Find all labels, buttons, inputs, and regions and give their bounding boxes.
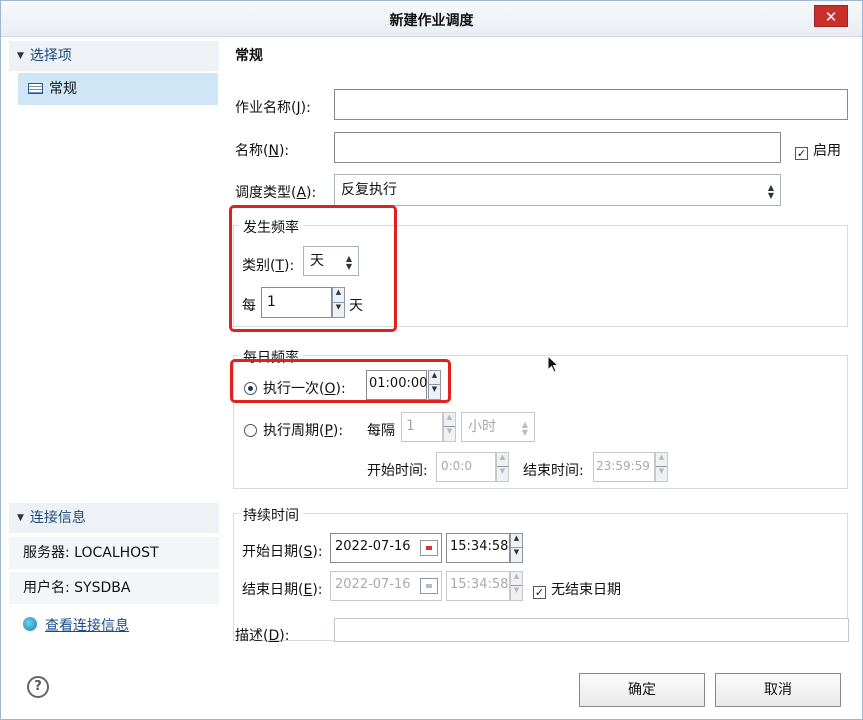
highlight-frequency [229,205,397,332]
connection-icon [23,617,37,631]
nav-item-label: 常规 [49,81,77,97]
end-time-field[interactable]: 15:34:58 [446,571,510,601]
collapse-triangle-icon: ▼ [17,51,24,61]
run-periodic-radio[interactable]: 执行周期(P): [244,420,343,440]
description-label: 描述(D): [235,628,290,644]
highlight-run-once [230,359,451,403]
server-info: 服务器: LOCALHOST [9,537,219,569]
schedule-type-value: 反复执行 [341,182,397,198]
mouse-cursor-icon [547,355,559,373]
schedule-type-select[interactable]: 反复执行 ▲ ▼ [334,174,781,206]
view-connection-label[interactable]: 查看连接信息 [45,618,129,634]
connection-info-label: 连接信息 [29,510,86,526]
end-time-spinner[interactable]: ▲ ▼ [655,452,668,482]
end-time-field-spinner[interactable]: ▲ ▼ [510,571,523,601]
ok-button[interactable]: 确定 [579,673,705,707]
select-items-header[interactable]: ▼ 选择项 [9,41,219,71]
cancel-button[interactable]: 取消 [715,673,841,707]
start-time-field[interactable]: 15:34:58 [446,533,510,563]
chevron-up-down-icon: ▲ ▼ [767,183,774,200]
interval-unit-value: 小时 [468,419,496,435]
start-time-spinner[interactable]: ▲ ▼ [496,452,509,482]
chevron-up-down-icon: ▲ ▼ [521,420,528,437]
enable-check-mark[interactable]: ✓ [795,147,808,160]
section-title: 常规 [235,48,263,64]
start-time-label: 开始时间: [367,463,428,479]
enable-checkbox[interactable]: ✓ 启用 [795,140,841,160]
every-interval-label: 每隔 [367,423,395,439]
calendar-icon[interactable] [420,540,438,556]
list-icon [28,83,43,94]
description-input[interactable] [334,618,849,642]
run-periodic-radio-dot[interactable] [244,424,257,437]
close-icon[interactable]: ✕ [814,5,848,27]
left-panel: ▼ 选择项 常规 ▼ 连接信息 服务器: LOCALHOST 用户名: SYSDBA… [9,37,221,643]
no-end-date-check-mark[interactable]: ✓ [533,586,546,599]
title-bar: 新建作业调度 ✕ [1,1,862,37]
collapse-triangle-icon: ▼ [17,513,24,523]
start-time-field-spinner[interactable]: ▲ ▼ [510,533,523,563]
duration-group-title: 持续时间 [239,505,303,525]
calendar-icon[interactable] [420,578,438,594]
user-info: 用户名: SYSDBA [9,572,219,604]
end-date-label: 结束日期(E): [242,582,323,598]
window-title: 新建作业调度 [389,13,474,29]
name-input[interactable] [334,132,781,163]
name-label: 名称(N): [235,143,290,159]
end-time-label: 结束时间: [523,463,584,479]
no-end-date-checkbox[interactable]: ✓ 无结束日期 [533,579,621,599]
job-name-label: 作业名称(J): [235,100,311,116]
general-panel: 常规 作业名称(J): 名称(N): ✓ 启用 调度类型(A): 反复执行 ▲ ▼ … [223,37,863,647]
connection-info-header[interactable]: ▼ 连接信息 [9,503,219,533]
job-name-input[interactable] [334,89,848,120]
start-time-input[interactable]: 0:0:0 [436,452,496,482]
view-connection-link[interactable]: 查看连接信息 [23,615,129,635]
interval-input[interactable]: 1 [401,412,443,442]
schedule-type-label: 调度类型(A): [235,185,317,201]
nav-item-general[interactable]: 常规 [18,73,218,105]
help-icon[interactable]: ? [27,676,49,698]
new-job-schedule-dialog: 新建作业调度 ✕ ▼ 选择项 常规 ▼ 连接信息 服务器: LOCALHOST 用户… [0,0,863,720]
interval-unit-select[interactable]: 小时 ▲ ▼ [461,412,535,442]
interval-spinner[interactable]: ▲ ▼ [443,412,456,442]
end-time-input[interactable]: 23:59:59 [593,452,655,482]
select-items-label: 选择项 [29,48,72,64]
start-date-label: 开始日期(S): [242,544,323,560]
